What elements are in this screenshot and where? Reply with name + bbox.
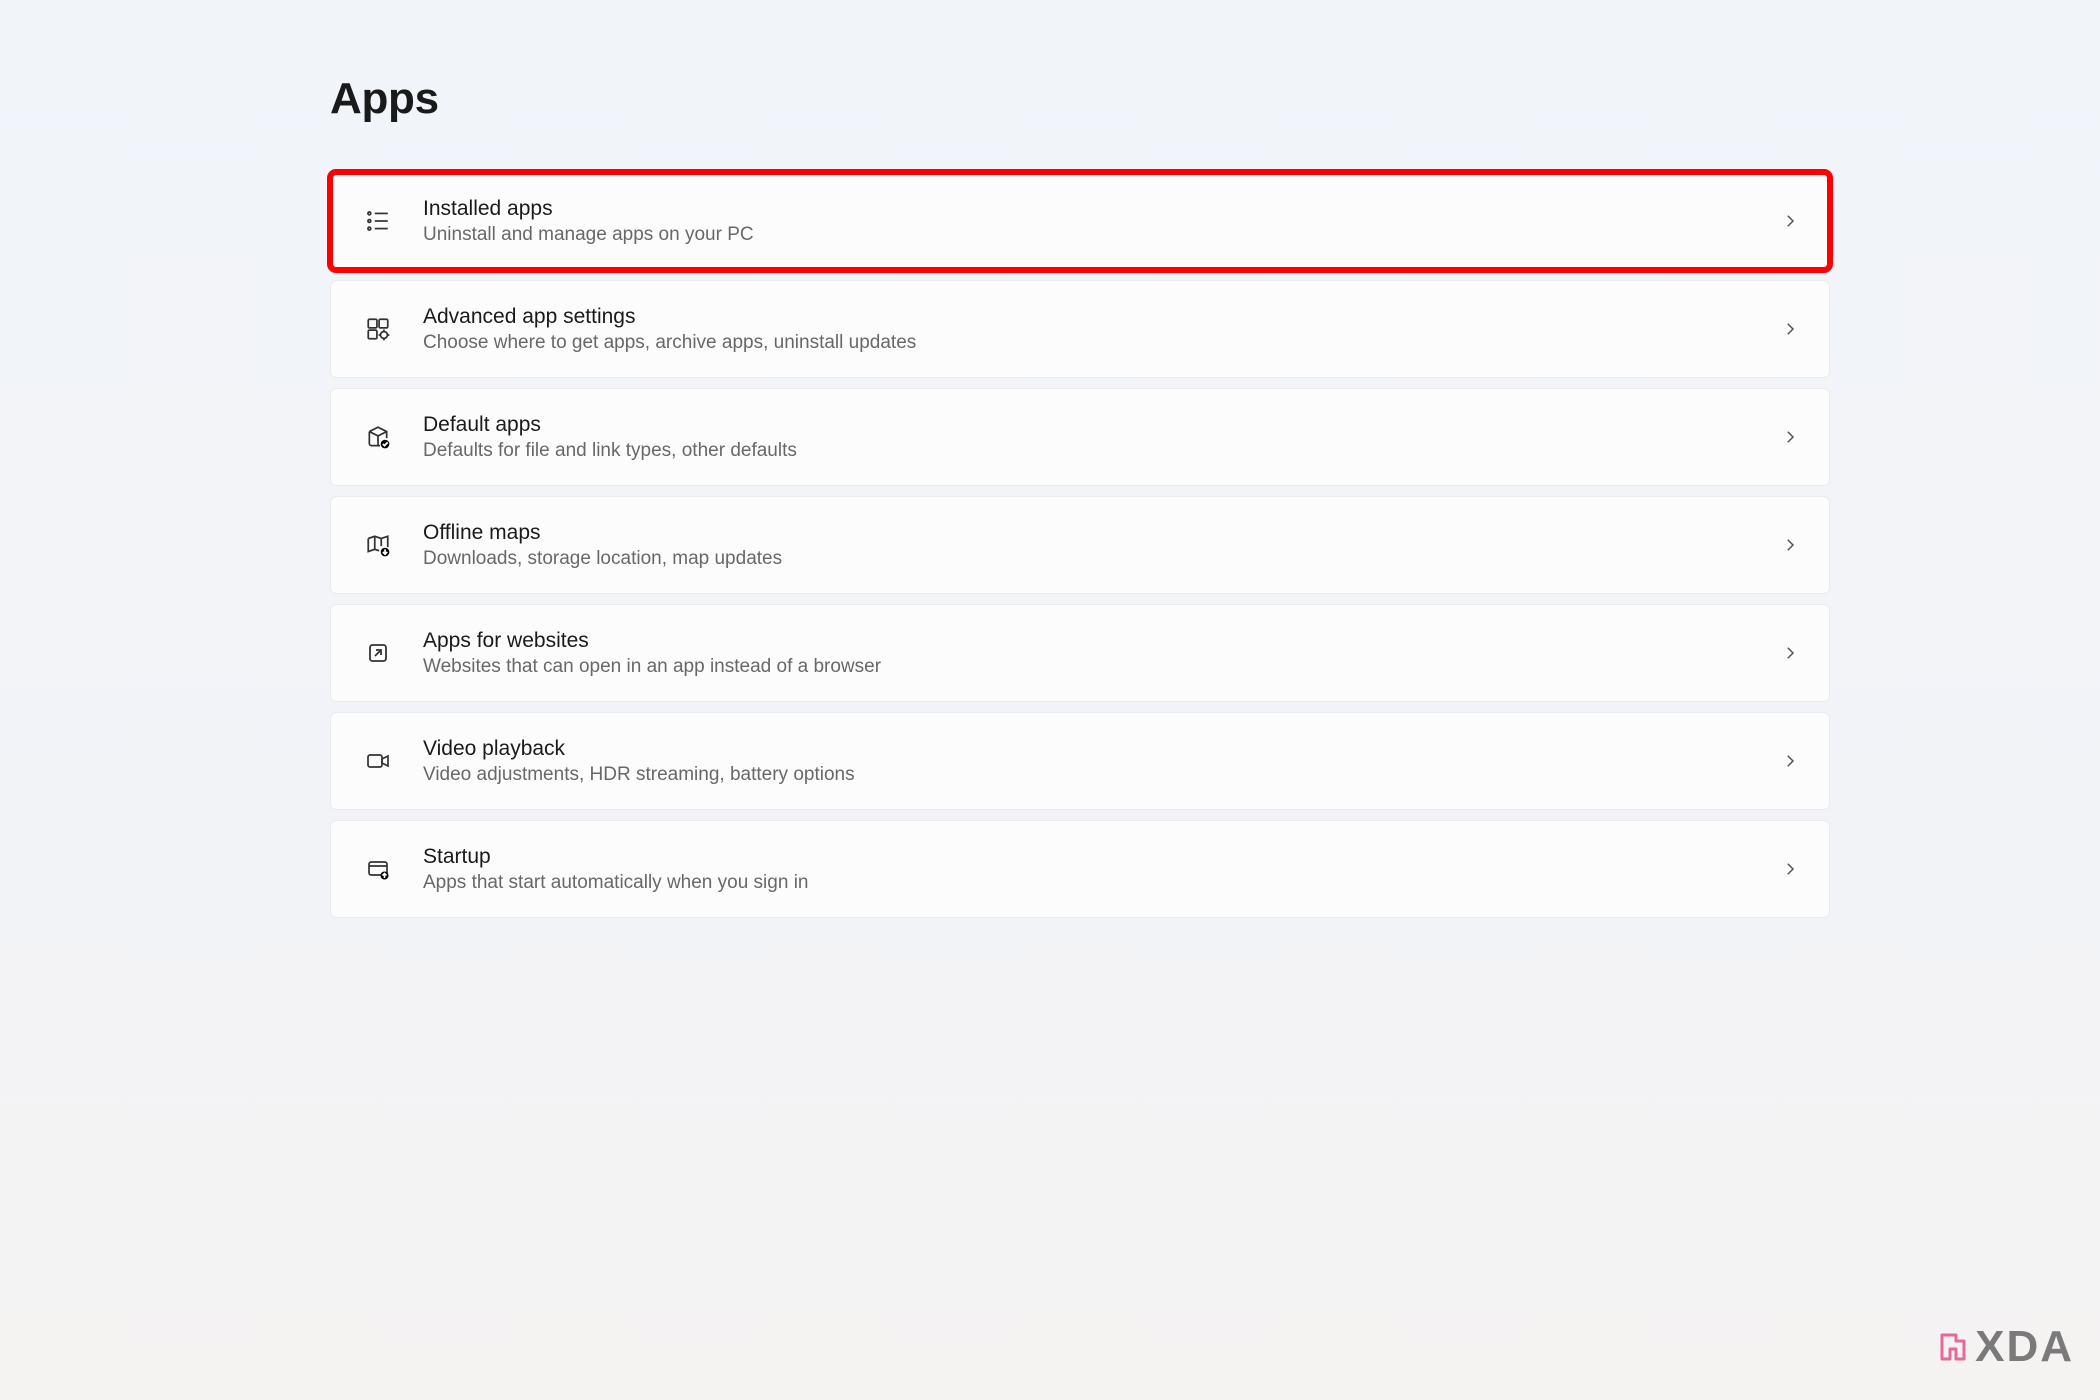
- chevron-right-icon: [1779, 210, 1801, 232]
- video-icon: [363, 746, 393, 776]
- chevron-right-icon: [1779, 426, 1801, 448]
- xda-logo-icon: [1936, 1331, 1968, 1363]
- item-advanced-app-settings[interactable]: Advanced app settings Choose where to ge…: [330, 280, 1830, 378]
- settings-items-list: Installed apps Uninstall and manage apps…: [330, 172, 1830, 918]
- item-title: Apps for websites: [423, 629, 1749, 653]
- item-description: Apps that start automatically when you s…: [423, 872, 1749, 894]
- watermark-text: XDA: [1975, 1322, 2074, 1372]
- open-external-icon: [363, 638, 393, 668]
- apps-gear-icon: [363, 314, 393, 344]
- item-text: Video playback Video adjustments, HDR st…: [423, 737, 1749, 786]
- chevron-right-icon: [1779, 318, 1801, 340]
- item-video-playback[interactable]: Video playback Video adjustments, HDR st…: [330, 712, 1830, 810]
- chevron-right-icon: [1779, 642, 1801, 664]
- startup-icon: [363, 854, 393, 884]
- watermark: XDA: [1936, 1322, 2074, 1372]
- item-apps-for-websites[interactable]: Apps for websites Websites that can open…: [330, 604, 1830, 702]
- item-title: Startup: [423, 845, 1749, 869]
- item-text: Apps for websites Websites that can open…: [423, 629, 1749, 678]
- item-text: Default apps Defaults for file and link …: [423, 413, 1749, 462]
- map-download-icon: [363, 530, 393, 560]
- chevron-right-icon: [1779, 858, 1801, 880]
- chevron-right-icon: [1779, 750, 1801, 772]
- page-title: Apps: [330, 74, 1830, 124]
- item-title: Video playback: [423, 737, 1749, 761]
- item-default-apps[interactable]: Default apps Defaults for file and link …: [330, 388, 1830, 486]
- box-check-icon: [363, 422, 393, 452]
- item-offline-maps[interactable]: Offline maps Downloads, storage location…: [330, 496, 1830, 594]
- item-text: Offline maps Downloads, storage location…: [423, 521, 1749, 570]
- item-description: Video adjustments, HDR streaming, batter…: [423, 764, 1749, 786]
- item-text: Startup Apps that start automatically wh…: [423, 845, 1749, 894]
- item-description: Downloads, storage location, map updates: [423, 548, 1749, 570]
- item-title: Installed apps: [423, 197, 1749, 221]
- chevron-right-icon: [1779, 534, 1801, 556]
- item-description: Websites that can open in an app instead…: [423, 656, 1749, 678]
- item-startup[interactable]: Startup Apps that start automatically wh…: [330, 820, 1830, 918]
- list-checklist-icon: [363, 206, 393, 236]
- item-description: Defaults for file and link types, other …: [423, 440, 1749, 462]
- item-title: Advanced app settings: [423, 305, 1749, 329]
- item-installed-apps[interactable]: Installed apps Uninstall and manage apps…: [330, 172, 1830, 270]
- item-text: Installed apps Uninstall and manage apps…: [423, 197, 1749, 246]
- item-description: Uninstall and manage apps on your PC: [423, 224, 1749, 246]
- item-description: Choose where to get apps, archive apps, …: [423, 332, 1749, 354]
- item-text: Advanced app settings Choose where to ge…: [423, 305, 1749, 354]
- item-title: Default apps: [423, 413, 1749, 437]
- item-title: Offline maps: [423, 521, 1749, 545]
